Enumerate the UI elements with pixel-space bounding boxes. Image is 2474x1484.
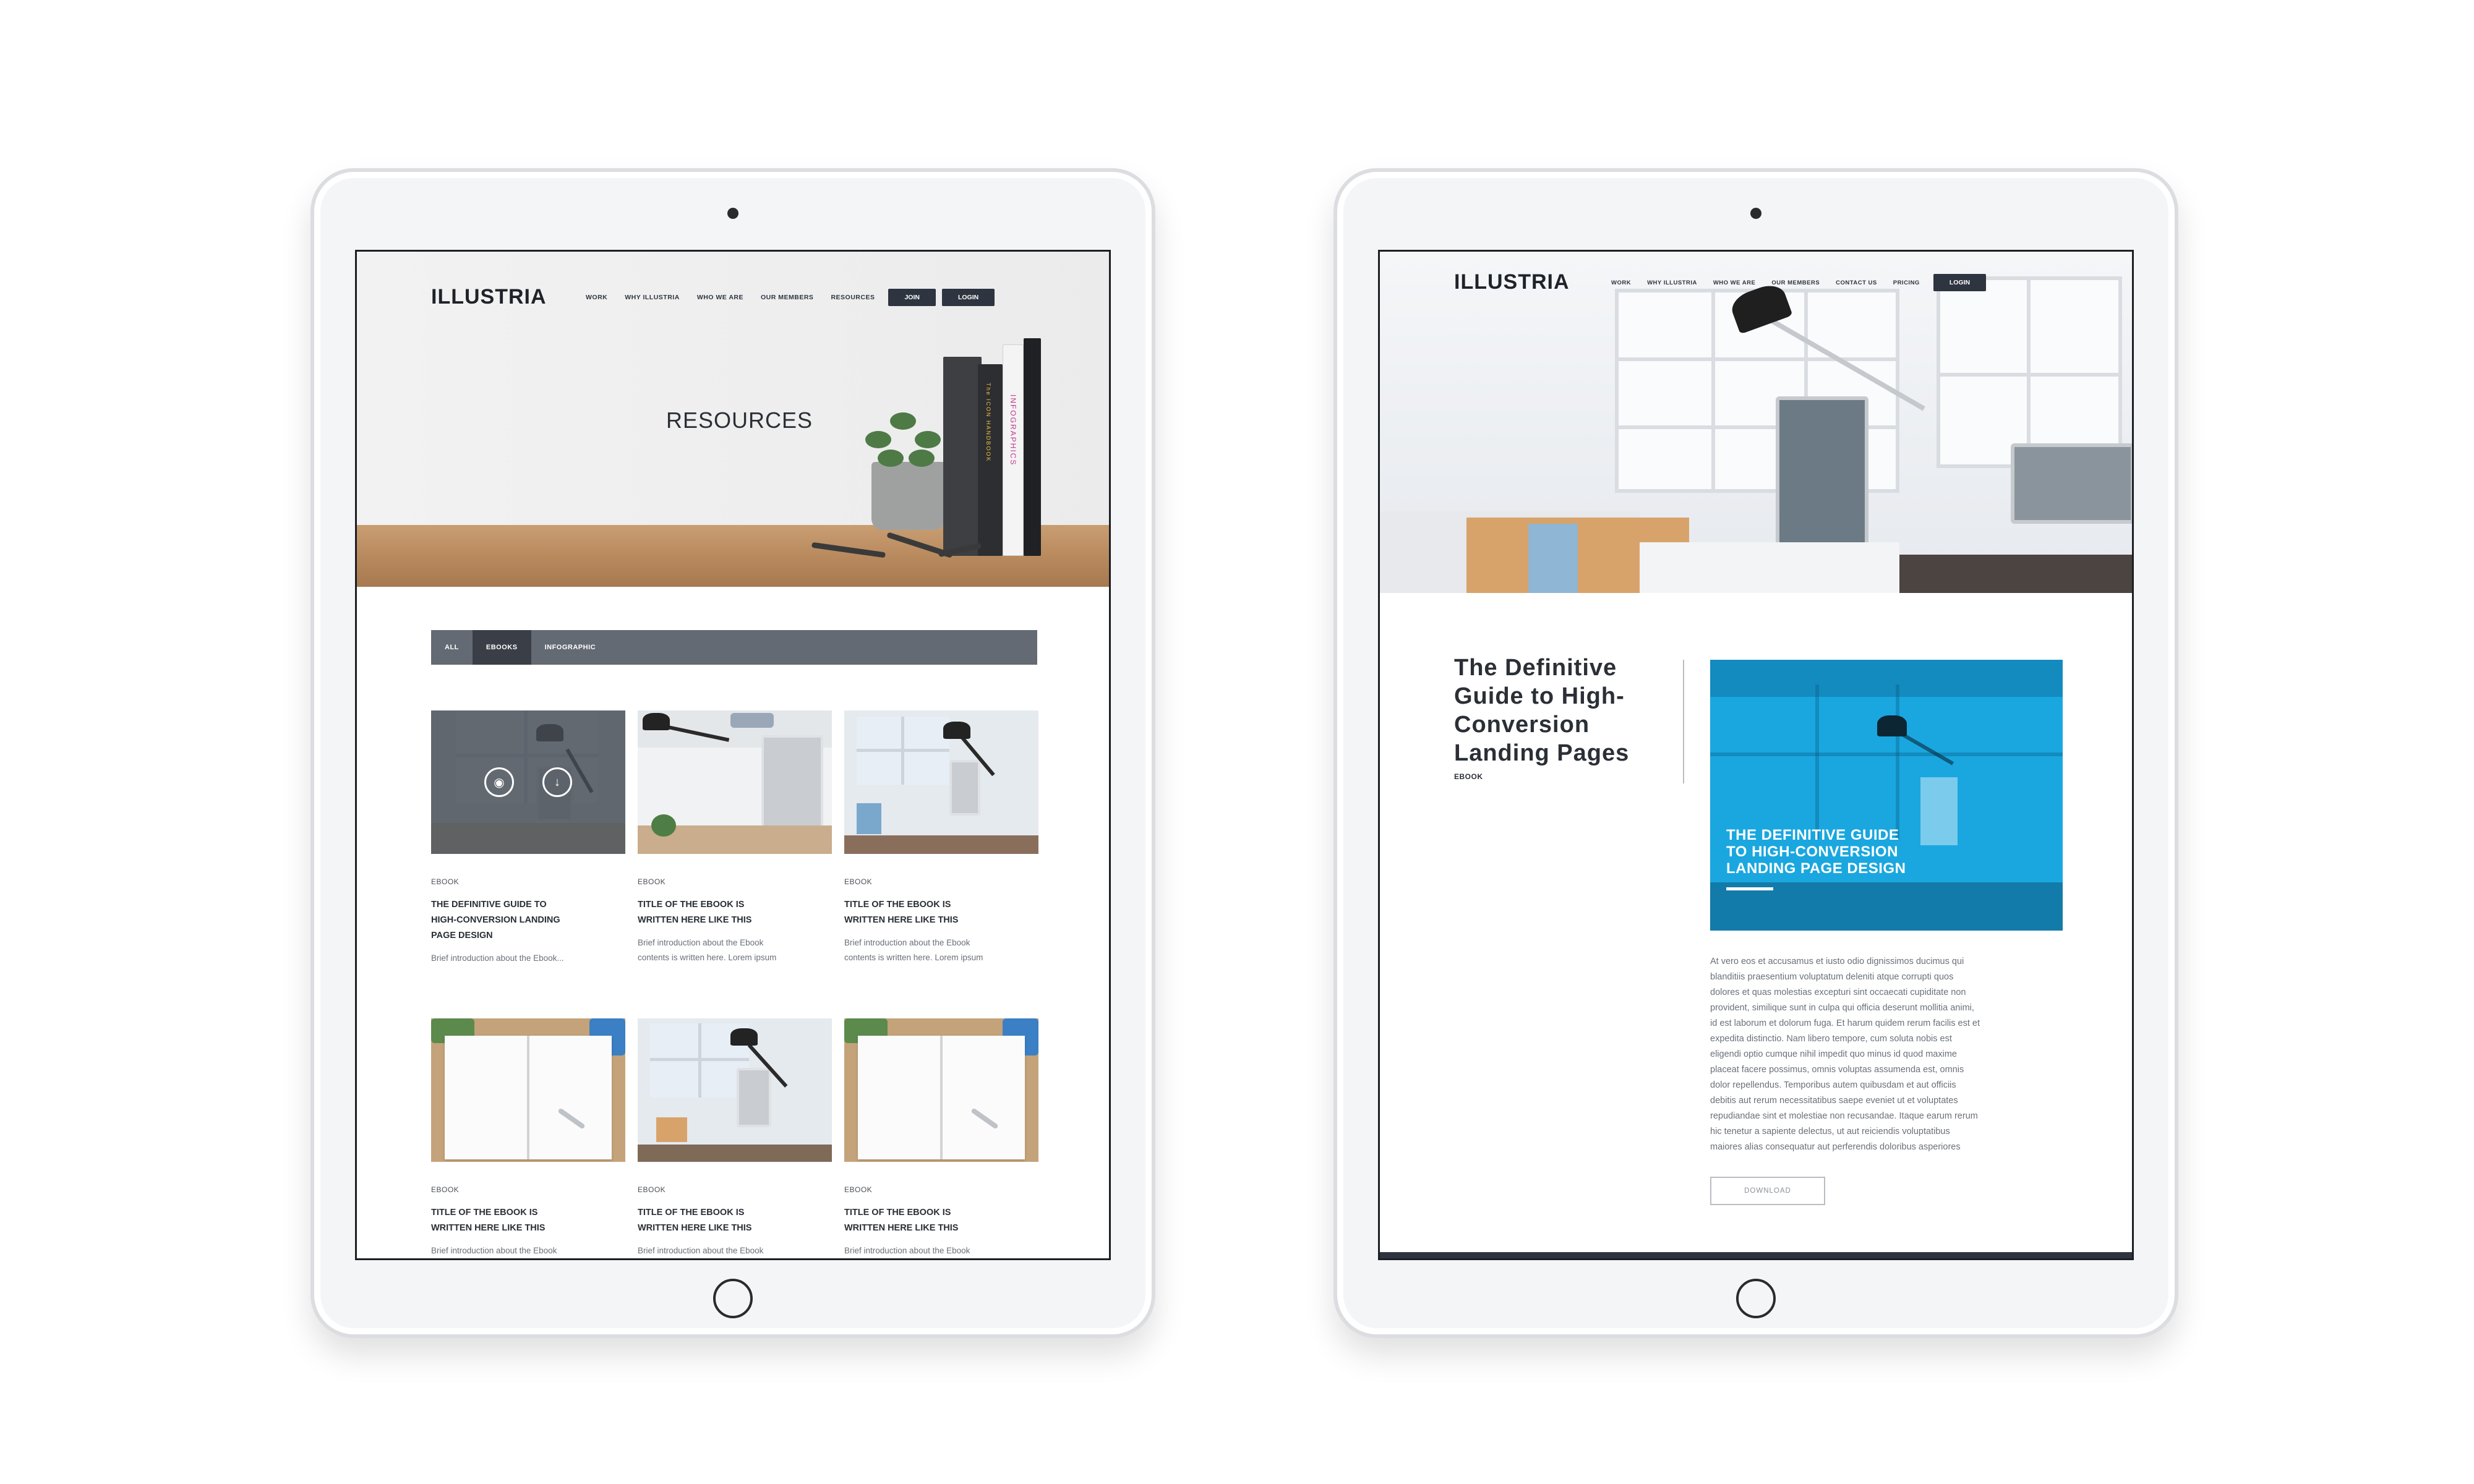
- card-title[interactable]: TITLE OF THE EBOOK IS WRITTEN HERE LIKE …: [844, 1205, 1038, 1236]
- vertical-divider: [1683, 660, 1684, 783]
- book-infographics: INFOGRAPHICS: [1003, 344, 1024, 556]
- card-description: Brief introduction about the Ebook conte…: [844, 938, 983, 962]
- resource-card[interactable]: EBOOK TITLE OF THE EBOOK IS WRITTEN HERE…: [431, 1018, 625, 1258]
- card-title[interactable]: TITLE OF THE EBOOK IS WRITTEN HERE LIKE …: [844, 897, 1038, 928]
- home-button[interactable]: [713, 1279, 753, 1318]
- card-thumbnail[interactable]: ◉ ↓: [431, 710, 625, 854]
- nav-work[interactable]: WORK: [1611, 279, 1631, 286]
- nav-who-we-are[interactable]: WHO WE ARE: [697, 294, 743, 301]
- card-category: EBOOK: [431, 1185, 460, 1194]
- cover-rule: [1726, 887, 1773, 890]
- nav-work[interactable]: WORK: [586, 294, 607, 301]
- nav-who-we-are[interactable]: WHO WE ARE: [1713, 279, 1756, 286]
- card-thumbnail[interactable]: [638, 710, 832, 854]
- card-category: EBOOK: [844, 1185, 873, 1194]
- nav-why-illustria[interactable]: WHY ILLUSTRIA: [1647, 279, 1697, 286]
- book-black: [1024, 338, 1041, 556]
- tablet-right: ILLUSTRIA WORK WHY ILLUSTRIA WHO WE ARE …: [1333, 168, 2178, 1338]
- home-button[interactable]: [1736, 1279, 1776, 1318]
- card-description: Brief introduction about the Ebook: [844, 1246, 970, 1255]
- tablet-left: The ICON HANDBOOK INFOGRAPHICS RESOURCES…: [310, 168, 1155, 1338]
- card-hover-overlay: [431, 710, 625, 854]
- card-category: EBOOK: [638, 877, 666, 886]
- article-title: The Definitive Guide to High- Conversion…: [1454, 655, 1630, 766]
- book-spine-text: INFOGRAPHICS: [1009, 394, 1017, 466]
- card-title[interactable]: TITLE OF THE EBOOK IS WRITTEN HERE LIKE …: [638, 897, 832, 928]
- card-description: Brief introduction about the Ebook...: [431, 953, 564, 963]
- book-spine-text: The ICON HANDBOOK: [985, 383, 991, 463]
- login-button[interactable]: LOGIN: [1933, 274, 1987, 291]
- resource-card[interactable]: EBOOK TITLE OF THE EBOOK IS WRITTEN HERE…: [844, 1018, 1038, 1258]
- card-thumbnail[interactable]: [431, 1018, 625, 1162]
- resource-card[interactable]: EBOOK TITLE OF THE EBOOK IS WRITTEN HERE…: [844, 710, 1038, 965]
- article-body: At vero eos et accusamus et iusto odio d…: [1710, 957, 1980, 1152]
- footer-strip: [1380, 1252, 2132, 1258]
- card-description: Brief introduction about the Ebook: [431, 1246, 557, 1255]
- nav-pricing[interactable]: PRICING: [1893, 279, 1920, 286]
- eye-icon[interactable]: ◉: [484, 767, 514, 797]
- join-button[interactable]: JOIN: [888, 289, 936, 306]
- card-description: Brief introduction about the Ebook conte…: [638, 938, 777, 962]
- card-title[interactable]: TITLE OF THE EBOOK IS WRITTEN HERE LIKE …: [431, 1205, 625, 1236]
- succulent-plant: [859, 406, 952, 474]
- resource-card[interactable]: ◉ ↓ EBOOK THE DEFINITIVE GUIDE TO HIGH-C…: [431, 710, 625, 966]
- book-icon-handbook: The ICON HANDBOOK: [978, 364, 1003, 556]
- main-nav: WORK WHY ILLUSTRIA WHO WE ARE OUR MEMBER…: [1611, 274, 1987, 291]
- resource-card[interactable]: EBOOK TITLE OF THE EBOOK IS WRITTEN HERE…: [638, 710, 832, 965]
- filter-infographic[interactable]: INFOGRAPHIC: [531, 630, 610, 665]
- brand-logo[interactable]: ILLUSTRIA: [431, 285, 547, 309]
- card-category: EBOOK: [844, 877, 873, 886]
- article-category: EBOOK: [1454, 772, 1483, 781]
- card-thumbnail[interactable]: [844, 710, 1038, 854]
- nav-why-illustria[interactable]: WHY ILLUSTRIA: [625, 294, 680, 301]
- resource-card[interactable]: EBOOK TITLE OF THE EBOOK IS WRITTEN HERE…: [638, 1018, 832, 1258]
- filter-all[interactable]: ALL: [431, 630, 473, 665]
- card-thumbnail[interactable]: [638, 1018, 832, 1162]
- card-title[interactable]: THE DEFINITIVE GUIDE TO HIGH-CONVERSION …: [431, 897, 625, 944]
- brand-logo[interactable]: ILLUSTRIA: [1454, 270, 1570, 294]
- ebook-detail-screen: ILLUSTRIA WORK WHY ILLUSTRIA WHO WE ARE …: [1378, 250, 2134, 1260]
- card-thumbnail[interactable]: [844, 1018, 1038, 1162]
- page-title: RESOURCES: [666, 407, 813, 433]
- download-button[interactable]: DOWNLOAD: [1710, 1177, 1825, 1205]
- ebook-cover: THE DEFINITIVE GUIDE TO HIGH-CONVERSION …: [1710, 660, 2063, 931]
- site-header: ILLUSTRIA WORK WHY ILLUSTRIA WHO WE ARE …: [357, 252, 1109, 326]
- card-title[interactable]: TITLE OF THE EBOOK IS WRITTEN HERE LIKE …: [638, 1205, 832, 1236]
- nav-contact-us[interactable]: CONTACT US: [1836, 279, 1877, 286]
- front-camera: [1750, 208, 1761, 219]
- filter-bar: ALL EBOOKS INFOGRAPHIC: [431, 630, 1037, 665]
- nav-resources[interactable]: RESOURCES: [831, 294, 875, 301]
- book-dark: [943, 357, 982, 556]
- site-header: ILLUSTRIA WORK WHY ILLUSTRIA WHO WE ARE …: [1380, 252, 2132, 326]
- login-button[interactable]: LOGIN: [941, 289, 995, 306]
- cover-title: THE DEFINITIVE GUIDE TO HIGH-CONVERSION …: [1726, 827, 1906, 877]
- card-category: EBOOK: [431, 877, 460, 886]
- nav-our-members[interactable]: OUR MEMBERS: [761, 294, 813, 301]
- card-category: EBOOK: [638, 1185, 666, 1194]
- filter-ebooks[interactable]: EBOOKS: [472, 630, 531, 665]
- card-description: Brief introduction about the Ebook: [638, 1246, 764, 1255]
- nav-our-members[interactable]: OUR MEMBERS: [1771, 279, 1820, 286]
- download-icon[interactable]: ↓: [542, 767, 572, 797]
- main-nav: WORK WHY ILLUSTRIA WHO WE ARE OUR MEMBER…: [586, 289, 995, 306]
- front-camera: [727, 208, 738, 219]
- resources-screen: The ICON HANDBOOK INFOGRAPHICS RESOURCES…: [355, 250, 1111, 1260]
